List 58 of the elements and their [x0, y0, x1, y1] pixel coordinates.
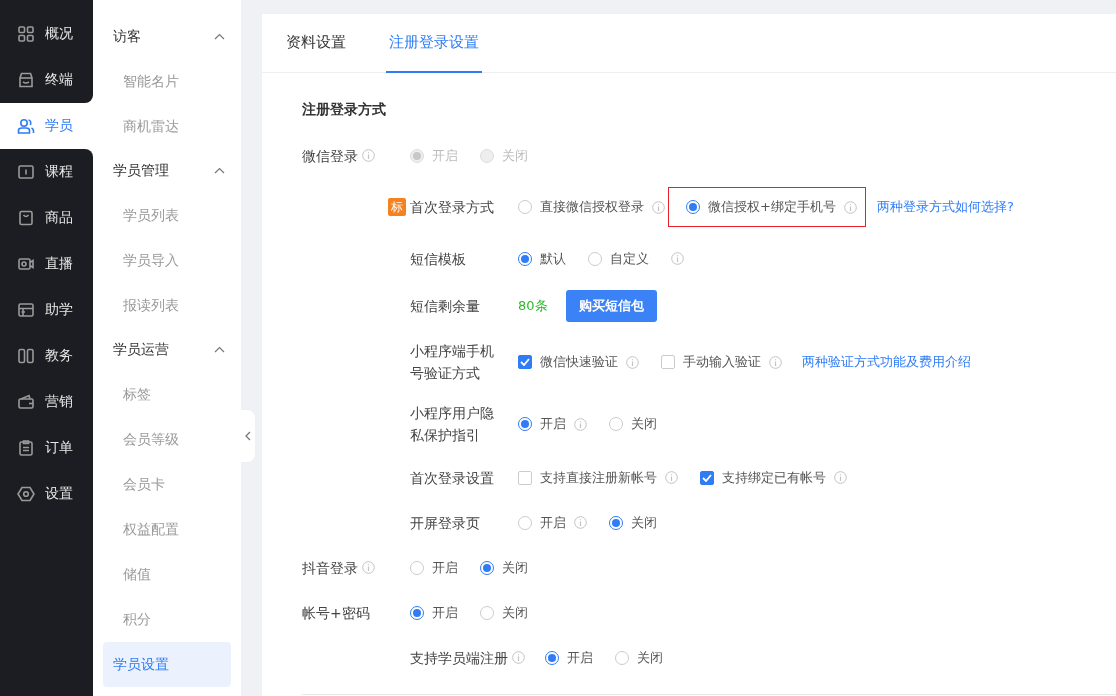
- nav-item[interactable]: 直播: [0, 241, 93, 287]
- nav-item[interactable]: 订单: [0, 425, 93, 471]
- radio-button[interactable]: [480, 605, 494, 620]
- radio-button[interactable]: [410, 560, 424, 575]
- radio-button[interactable]: [480, 560, 494, 575]
- option-label[interactable]: 关闭: [637, 648, 663, 667]
- menu-group-title[interactable]: 学员运营: [113, 340, 169, 359]
- radio-button[interactable]: [615, 650, 629, 665]
- setting-label: 短信剩余量: [410, 297, 480, 316]
- chevron-icon[interactable]: [214, 33, 225, 40]
- nav-icon: [17, 485, 35, 503]
- nav-icon: [17, 71, 35, 89]
- setting-label: 帐号+密码: [302, 603, 370, 623]
- setting-label: 开屏登录页: [410, 513, 480, 533]
- sms-count: 80条: [518, 297, 548, 315]
- nav-item[interactable]: 设置: [0, 471, 93, 517]
- nav-item[interactable]: 终端: [0, 57, 93, 103]
- nav-item[interactable]: 概况: [0, 11, 93, 57]
- option-label[interactable]: 开启: [432, 603, 458, 622]
- setting-label: 小程序用户隐私保护指引: [410, 404, 495, 445]
- tag-badge: 标: [388, 198, 406, 216]
- tab[interactable]: 注册登录设置: [386, 14, 482, 73]
- section-title: 注册登录方式: [302, 101, 386, 119]
- setting-label: 抖音登录: [302, 558, 358, 578]
- nav-icon: [17, 301, 35, 319]
- option-label[interactable]: 开启: [432, 558, 458, 577]
- chevron-icon[interactable]: [214, 346, 225, 353]
- nav-icon: [17, 439, 35, 457]
- menu-group-title[interactable]: 访客: [113, 27, 141, 46]
- setting-label: 短信模板: [410, 249, 466, 269]
- radio-button[interactable]: [410, 605, 424, 620]
- nav-item[interactable]: 教务: [0, 333, 93, 379]
- nav-icon: [17, 25, 35, 43]
- nav-icon: [17, 393, 35, 411]
- setting-label: 首次登录方式: [410, 198, 494, 217]
- option-label[interactable]: 开启: [567, 648, 593, 667]
- collapse-handle[interactable]: [241, 410, 255, 462]
- nav-item[interactable]: 助学: [0, 287, 93, 333]
- chevron-left-icon: [245, 431, 251, 441]
- nav-item[interactable]: 课程: [0, 149, 93, 195]
- nav-icon: [17, 255, 35, 273]
- setting-label: 小程序端手机号验证方式: [410, 342, 495, 383]
- nav-item[interactable]: 营销: [0, 379, 93, 425]
- setting-label: 支持学员端注册: [410, 648, 508, 668]
- setting-label: 微信登录: [302, 146, 358, 166]
- tab[interactable]: 资料设置: [283, 14, 349, 73]
- option-label[interactable]: 关闭: [502, 558, 528, 577]
- nav-icon: [17, 163, 35, 181]
- radio-button[interactable]: [545, 650, 559, 665]
- nav-item[interactable]: 商品: [0, 195, 93, 241]
- chevron-icon[interactable]: [214, 167, 225, 174]
- option-label[interactable]: 关闭: [502, 603, 528, 622]
- setting-label: 首次登录设置: [410, 468, 494, 488]
- nav-icon: [17, 347, 35, 365]
- nav-icon: [17, 117, 35, 135]
- nav-icon: [17, 209, 35, 227]
- menu-group-title[interactable]: 学员管理: [113, 161, 169, 180]
- menu-item[interactable]: 学员设置: [103, 642, 231, 687]
